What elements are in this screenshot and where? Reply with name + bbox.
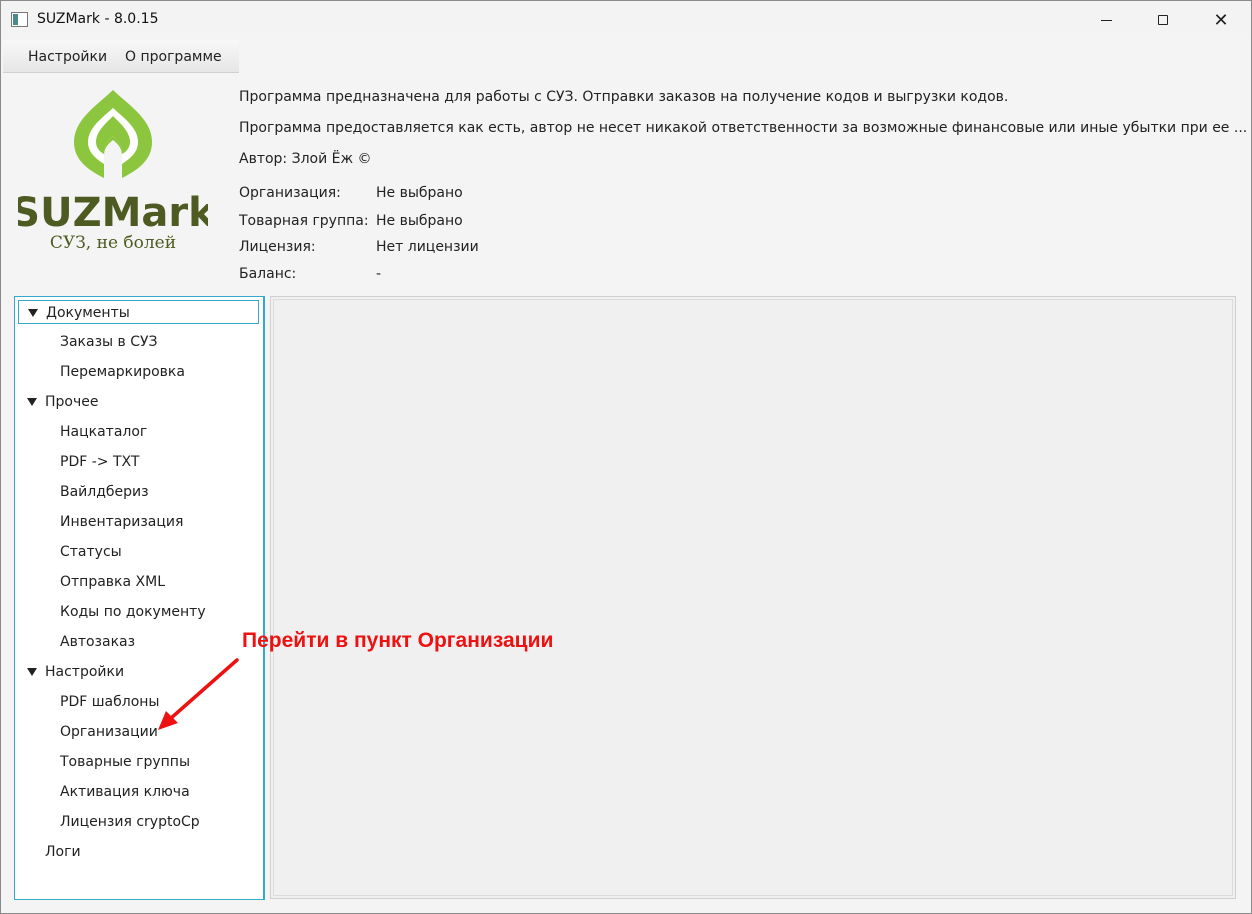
tree-item-label: Инвентаризация [60, 514, 184, 530]
menu-bar: Настройки О программе [3, 40, 239, 73]
app-icon [11, 12, 28, 27]
license-value: Нет лицензии [376, 239, 479, 255]
tree-item-pdf-txt[interactable]: PDF -> TXT [15, 447, 255, 477]
tree-item-other[interactable]: Прочее [15, 387, 255, 417]
tree-item-label: Прочее [45, 394, 99, 410]
close-button[interactable]: ✕ [1192, 1, 1250, 39]
tree-item-remarking[interactable]: Перемаркировка [15, 357, 255, 387]
content-pane [270, 296, 1236, 899]
minimize-button[interactable] [1077, 1, 1135, 39]
license-label: Лицензия: [239, 239, 316, 255]
tree-item-key-activation[interactable]: Активация ключа [15, 777, 255, 807]
balance-value: - [376, 266, 382, 282]
product-group-label: Товарная группа: [239, 213, 369, 229]
menu-about[interactable]: О программе [125, 49, 222, 65]
content-pane-inner [273, 299, 1233, 896]
tree-item-label: Автозаказ [60, 634, 136, 650]
tree-item-codes-by-doc[interactable]: Коды по документу [15, 597, 255, 627]
tree-item-label: Отправка XML [60, 574, 165, 590]
tree-item-natcatalog[interactable]: Нацкаталог [15, 417, 255, 447]
expand-arrow-icon[interactable] [28, 309, 38, 317]
program-author: Автор: Злой Ёж © [239, 151, 372, 167]
expand-arrow-icon[interactable] [27, 668, 37, 676]
tree-item-label: Настройки [45, 664, 125, 680]
minimize-icon [1100, 19, 1112, 21]
tree-item-cryptocp-license[interactable]: Лицензия cryptoCp [15, 807, 255, 837]
program-description: Программа предназначена для работы с СУЗ… [239, 89, 1009, 105]
tree-item-wildberries[interactable]: Вайлдбериз [15, 477, 255, 507]
tree-item-label: Статусы [60, 544, 122, 560]
organization-label: Организация: [239, 185, 341, 201]
tree-item-statuses[interactable]: Статусы [15, 537, 255, 567]
logo-name: SUZMark [18, 190, 208, 236]
tree-item-product-groups[interactable]: Товарные группы [15, 747, 255, 777]
tree-item-label: Логи [45, 844, 81, 860]
tree-item-label: Лицензия cryptoCp [60, 814, 200, 830]
tree-item-label: Товарные группы [60, 754, 190, 770]
maximize-icon [1158, 15, 1168, 25]
tree-item-label: Нацкаталог [60, 424, 148, 440]
tree-item-orders[interactable]: Заказы в СУЗ [15, 327, 255, 357]
organization-value: Не выбрано [376, 185, 463, 201]
navigation-tree: Документы Заказы в СУЗ Перемаркировка Пр… [14, 296, 265, 900]
maximize-button[interactable] [1134, 1, 1192, 39]
window-title: SUZMark - 8.0.15 [37, 11, 159, 27]
logo-tagline: СУЗ, не болей [50, 233, 176, 253]
product-group-value: Не выбрано [376, 213, 463, 229]
balance-label: Баланс: [239, 266, 297, 282]
suzmark-logo: SUZMark СУЗ, не болей [18, 90, 208, 253]
tree-item-autoorder[interactable]: Автозаказ [15, 627, 255, 657]
tree-item-label: PDF -> TXT [60, 454, 140, 470]
close-icon: ✕ [1213, 9, 1229, 31]
tree-item-documents[interactable]: Документы [18, 300, 259, 324]
title-bar: SUZMark - 8.0.15 ✕ [1, 1, 1251, 39]
program-disclaimer: Программа предоставляется как есть, авто… [239, 120, 1248, 136]
tree-item-label: Перемаркировка [60, 364, 185, 380]
annotation-arrow-icon [158, 658, 239, 730]
tree-item-label: Коды по документу [60, 604, 206, 620]
tree-item-label: Организации [60, 724, 158, 740]
tree-item-label: Заказы в СУЗ [60, 334, 158, 350]
leaf-icon [74, 90, 152, 178]
menu-settings[interactable]: Настройки [28, 49, 107, 65]
expand-arrow-icon[interactable] [27, 398, 37, 406]
tree-item-label: PDF шаблоны [60, 694, 160, 710]
tree-item-label: Документы [46, 305, 130, 321]
tree-item-label: Вайлдбериз [60, 484, 149, 500]
tree-item-inventory[interactable]: Инвентаризация [15, 507, 255, 537]
tree-item-logs[interactable]: Логи [15, 837, 255, 867]
tree-item-label: Активация ключа [60, 784, 190, 800]
tree-item-send-xml[interactable]: Отправка XML [15, 567, 255, 597]
annotation-text: Перейти в пункт Организации [242, 629, 554, 652]
